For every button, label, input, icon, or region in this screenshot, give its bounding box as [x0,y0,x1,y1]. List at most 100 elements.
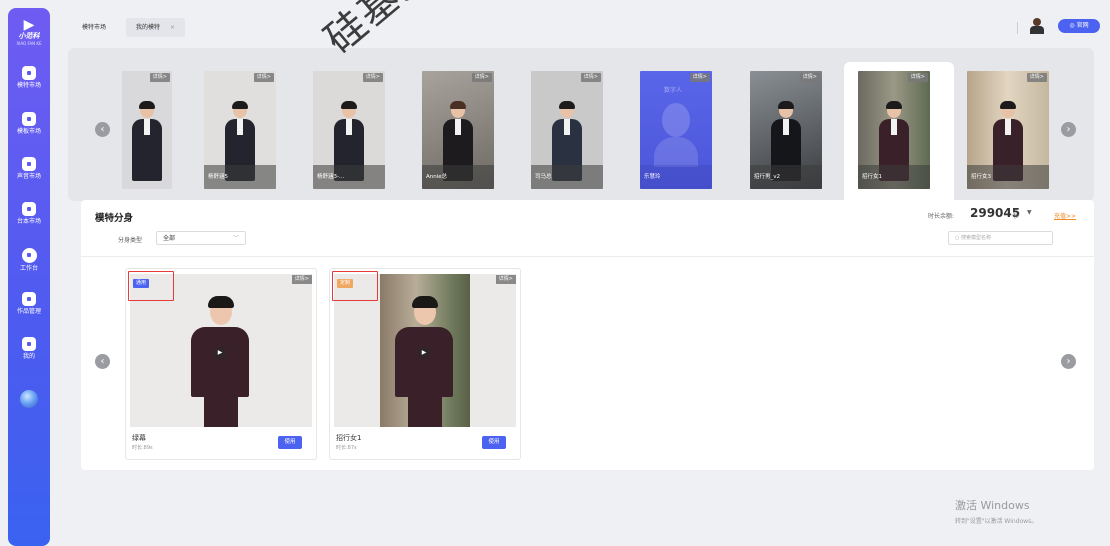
sidebar-item-script-market[interactable]: 台本市场 [8,202,50,226]
logo-subtext: XIAO FAN KE [16,41,42,46]
tab-avatar-market[interactable]: 模特市场 [72,18,116,37]
app-logo[interactable]: ▶ 小范科 XIAO FAN KE [16,18,42,46]
carousel-next-button[interactable]: › [1061,122,1076,137]
detail-link[interactable]: 详情> [253,73,274,82]
workbench-icon [21,248,37,263]
sidebar-item-label: 模特市场 [16,82,41,89]
windows-activation-notice: 激活 Windows 转到"设置"以激活 Windows。 [955,497,1037,525]
avatar-name: 绿幕 [132,434,146,442]
placeholder-text: 数字人 [664,87,683,94]
detail-link[interactable]: 详情> [362,73,383,82]
sidebar-item-workbench[interactable]: 工作台 [8,248,50,273]
avatar-clone-card[interactable]: ▶ 定制 详情> 招行女1 时长:87s 使用 [329,268,521,460]
placeholder-avatar-icon [662,103,690,137]
carousel-prev-button[interactable]: ‹ [95,122,110,137]
avatar[interactable] [1030,18,1044,34]
template-icon [22,112,36,126]
sidebar: ▶ 小范科 XIAO FAN KE 模特市场 模板市场 声音市场 台本市场 工作… [8,8,50,546]
carousel-card[interactable]: 详情> 杨舒涵5 [204,71,276,189]
avatar-figure [395,296,455,427]
time-balance-label: 时长余额: [928,213,955,220]
type-badge: 通用 [133,279,150,288]
sidebar-item-mine[interactable]: 我的 [8,337,50,361]
search-input[interactable]: ○ 搜索模型名称 [948,231,1053,245]
carousel-card[interactable]: 详情> 杨舒涵3-... [313,71,385,189]
detail-link[interactable]: 详情> [495,275,516,284]
use-button[interactable]: 使用 [278,436,302,449]
script-icon [22,202,36,216]
detail-link[interactable]: 详情> [907,73,928,82]
use-button[interactable]: 使用 [482,436,506,449]
avatar-icon [22,66,36,80]
search-icon: ○ [955,235,960,241]
detail-link[interactable]: 详情> [291,275,312,284]
type-badge: 定制 [337,279,354,288]
carousel-card-name: Annie总 [422,165,494,189]
avatar-name: 招行女1 [336,434,362,442]
sidebar-item-avatar-market[interactable]: 模特市场 [8,66,50,90]
chevron-down-icon[interactable]: ▼ [1027,209,1032,216]
recharge-link[interactable]: 充值>> [1054,211,1076,220]
sidebar-item-works[interactable]: 作品管理 [8,292,50,316]
activation-subtitle: 转到"设置"以激活 Windows。 [955,518,1038,525]
detail-link[interactable]: 详情> [1026,73,1047,82]
chevron-down-icon: ﹀ [232,235,239,242]
carousel-card-name: 招行女3 [967,165,1049,189]
carousel-card-name: 招行男_v2 [750,165,822,189]
filter-value: 全部 [163,235,176,242]
play-icon[interactable]: ▶ [418,347,430,359]
logo-text: 小范科 [18,32,40,40]
sidebar-item-label: 模板市场 [16,128,41,135]
sidebar-item-template-market[interactable]: 模板市场 [8,112,50,136]
logo-icon: ▶ [23,17,35,33]
clone-next-button[interactable]: › [1061,354,1076,369]
play-icon[interactable]: ▶ [214,347,226,359]
search-placeholder: 搜索模型名称 [960,235,991,241]
filter-label: 分身类型 [118,237,143,244]
detail-link[interactable]: 详情> [799,73,820,82]
type-filter-select[interactable]: 全部 ﹀ [156,231,246,245]
clone-prev-button[interactable]: ‹ [95,354,110,369]
avatar-figure [132,101,162,181]
tab-label: 我的模特 [136,24,161,31]
carousel-card[interactable]: 详情> 招行女3 [967,71,1049,189]
close-icon[interactable]: × [170,24,175,31]
sidebar-item-label: 台本市场 [16,218,41,225]
carousel-card[interactable]: 详情> Annie总 [422,71,494,189]
tab-my-avatars[interactable]: 我的模特 × [126,18,186,37]
carousel-card-selected[interactable]: 详情> 招行女1 [858,71,930,189]
tab-label: 模特市场 [82,24,107,31]
avatar-figure [191,296,251,427]
carousel-card[interactable]: 详情> [122,71,172,189]
official-site-button[interactable]: ◎ 官网 [1058,19,1100,33]
top-bar: 模特市场 我的模特 × [68,8,1110,38]
carousel-card-name: 杨舒涵3-... [313,165,385,189]
detail-link[interactable]: 详情> [149,73,170,82]
carousel-card[interactable]: 详情> 招行男_v2 [750,71,822,189]
voice-icon [22,157,36,171]
sidebar-item-label: 工作台 [19,265,38,272]
avatar-duration: 时长:87s [336,445,357,451]
sidebar-item-label: 作品管理 [16,308,41,315]
carousel-card[interactable]: 数字人 详情> 乐慧玲 [640,71,712,189]
carousel-card-name: 招行女1 [858,165,930,189]
user-icon [22,337,36,351]
sidebar-user-avatar[interactable] [20,390,38,408]
detail-link[interactable]: 详情> [580,73,601,82]
sidebar-item-label: 声音市场 [16,173,41,180]
divider [81,256,1094,257]
avatar-clone-card[interactable]: ▶ 通用 详情> 绿幕 时长:89s 使用 [125,268,317,460]
works-icon [22,292,36,306]
activation-title: 激活 Windows [955,499,1030,512]
detail-link[interactable]: 详情> [689,73,710,82]
divider [1017,22,1018,34]
carousel-card[interactable]: 详情> 司马总 [531,71,603,189]
avatar-duration: 时长:89s [132,445,153,451]
sidebar-item-label: 我的 [22,353,35,360]
carousel-card-name: 杨舒涵5 [204,165,276,189]
carousel-card-name: 司马总 [531,165,603,189]
time-balance-unit: 秒 [1013,213,1020,220]
section-title: 模特分身 [95,213,134,224]
sidebar-item-voice-market[interactable]: 声音市场 [8,157,50,181]
detail-link[interactable]: 详情> [471,73,492,82]
